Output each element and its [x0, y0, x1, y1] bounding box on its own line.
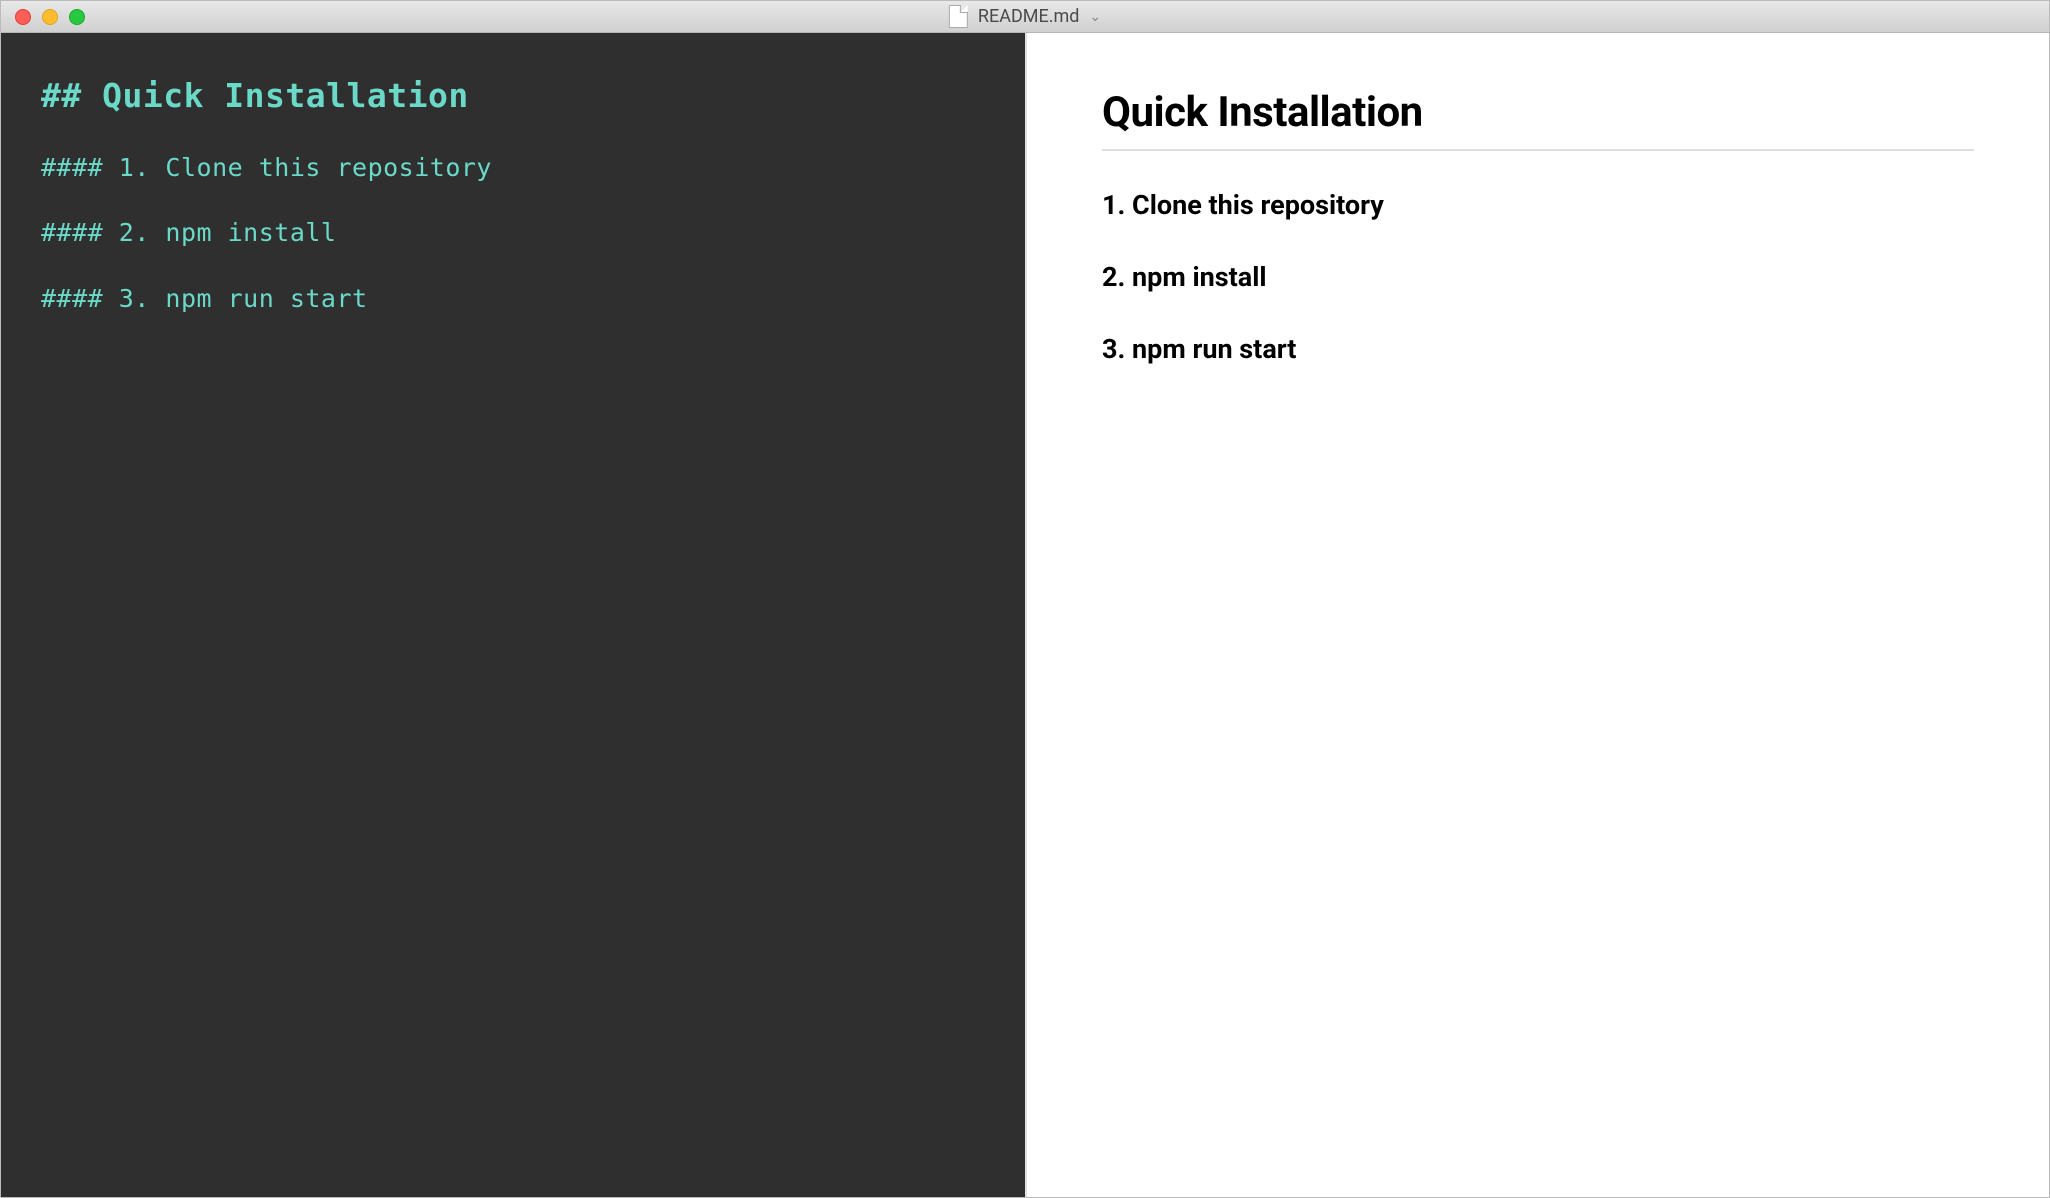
close-button[interactable] — [15, 9, 31, 25]
titlebar[interactable]: README.md ⌄ — [1, 1, 2049, 33]
preview-step: 1. Clone this repository — [1102, 189, 1974, 221]
editor-line-h4[interactable]: #### 3. npm run start — [41, 280, 985, 318]
maximize-button[interactable] — [69, 9, 85, 25]
minimize-button[interactable] — [42, 9, 58, 25]
editor-line-h4[interactable]: #### 1. Clone this repository — [41, 149, 985, 187]
preview-heading: Quick Installation — [1102, 88, 1974, 151]
preview-step: 3. npm run start — [1102, 333, 1974, 365]
file-icon — [949, 5, 968, 28]
markdown-editor[interactable]: ## Quick Installation #### 1. Clone this… — [1, 33, 1025, 1197]
preview-step: 2. npm install — [1102, 261, 1974, 293]
markdown-preview: Quick Installation 1. Clone this reposit… — [1027, 33, 2049, 1197]
editor-line-h2[interactable]: ## Quick Installation — [41, 71, 985, 121]
title-area[interactable]: README.md ⌄ — [949, 5, 1101, 28]
traffic-lights — [1, 9, 85, 25]
filename: README.md — [978, 6, 1080, 27]
app-window: README.md ⌄ ## Quick Installation #### 1… — [0, 0, 2050, 1198]
editor-line-h4[interactable]: #### 2. npm install — [41, 214, 985, 252]
content-area: ## Quick Installation #### 1. Clone this… — [1, 33, 2049, 1197]
chevron-down-icon[interactable]: ⌄ — [1089, 9, 1101, 25]
